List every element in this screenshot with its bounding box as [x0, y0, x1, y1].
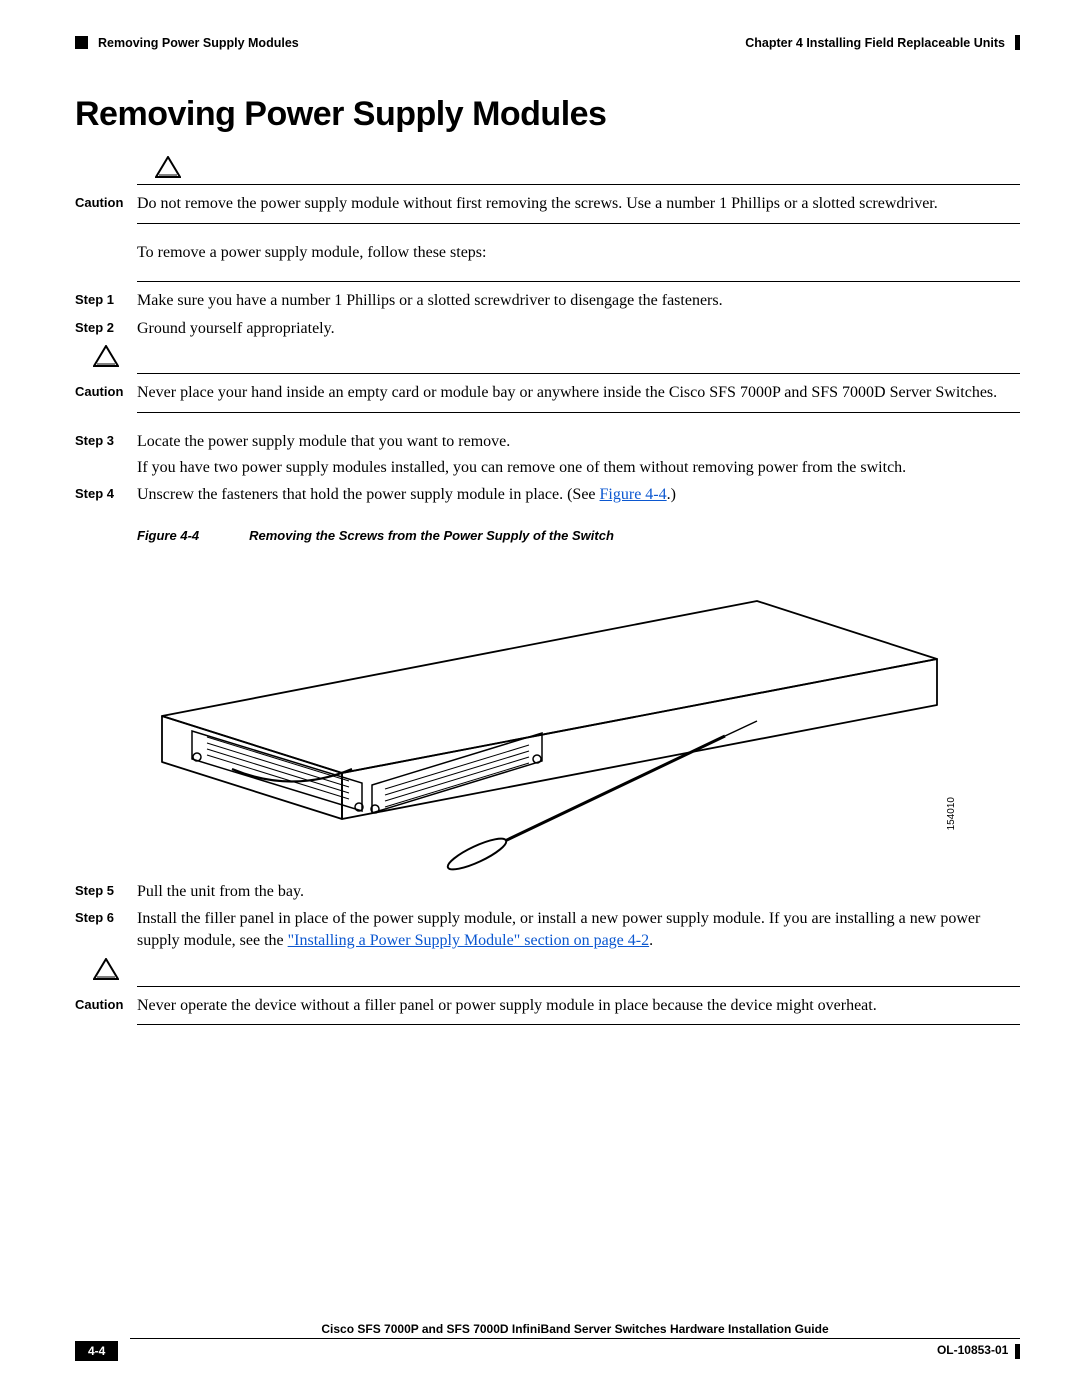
divider [137, 986, 1020, 987]
figure-link[interactable]: Figure 4-4 [600, 486, 667, 503]
step-row: Step 5 Pull the unit from the bay. [75, 881, 1020, 903]
header-bar-icon [1015, 35, 1020, 50]
page-number: 4-4 [75, 1341, 118, 1361]
step-text: Locate the power supply module that you … [137, 431, 1020, 478]
header-chapter-title: Chapter 4 Installing Field Replaceable U… [745, 36, 1005, 50]
footer-bar-icon [1015, 1344, 1020, 1359]
doc-id-text: OL-10853-01 [937, 1343, 1008, 1357]
step-text: Install the filler panel in place of the… [137, 908, 1020, 951]
header-left: Removing Power Supply Modules [75, 36, 299, 50]
step-row: Step 3 Locate the power supply module th… [75, 431, 1020, 478]
step-text: Ground yourself appropriately. [137, 318, 1020, 340]
figure-id: 154010 [946, 797, 957, 830]
page-title: Removing Power Supply Modules [75, 95, 1020, 134]
caution-text: Do not remove the power supply module wi… [137, 193, 1020, 215]
header-right: Chapter 4 Installing Field Replaceable U… [745, 35, 1020, 50]
step-text: Unscrew the fasteners that hold the powe… [137, 484, 1020, 506]
step-row: Step 4 Unscrew the fasteners that hold t… [75, 484, 1020, 506]
content-area: Caution Do not remove the power supply m… [137, 156, 1020, 1025]
divider [137, 184, 1020, 185]
step-extra-text: If you have two power supply modules ins… [137, 457, 1020, 479]
page-header: Removing Power Supply Modules Chapter 4 … [75, 35, 1020, 50]
section-marker-icon [75, 36, 88, 49]
figure-number: Figure 4-4 [137, 528, 249, 543]
footer-guide-title: Cisco SFS 7000P and SFS 7000D InfiniBand… [130, 1322, 1020, 1339]
divider [137, 373, 1020, 374]
step-text-post: .) [667, 486, 676, 503]
caution-text: Never operate the device without a fille… [137, 995, 1020, 1017]
header-section-title: Removing Power Supply Modules [98, 36, 299, 50]
step-label: Step 2 [75, 318, 137, 335]
divider [137, 1024, 1020, 1025]
caution-label: Caution [75, 382, 137, 399]
step-label: Step 5 [75, 881, 137, 898]
step-label: Step 1 [75, 290, 137, 307]
step-text-pre: Unscrew the fasteners that hold the powe… [137, 486, 600, 503]
page-footer: Cisco SFS 7000P and SFS 7000D InfiniBand… [75, 1322, 1020, 1361]
caution-icon [137, 156, 199, 180]
caution-icon [75, 345, 137, 369]
caution-label: Caution [75, 193, 137, 210]
footer-doc-id: OL-10853-01 [937, 1343, 1020, 1358]
step-label: Step 3 [75, 431, 137, 448]
figure-caption: Figure 4-4Removing the Screws from the P… [137, 528, 1020, 543]
intro-paragraph: To remove a power supply module, follow … [137, 242, 1020, 264]
document-page: Removing Power Supply Modules Chapter 4 … [0, 0, 1080, 1397]
figure-illustration: 154010 [137, 551, 957, 871]
step-row: Step 2 Ground yourself appropriately. [75, 318, 1020, 340]
caution-icon [75, 958, 137, 982]
divider [137, 412, 1020, 413]
step-label: Step 4 [75, 484, 137, 501]
step-text: Make sure you have a number 1 Phillips o… [137, 290, 1020, 312]
caution-text: Never place your hand inside an empty ca… [137, 382, 1020, 404]
step-main-text: Locate the power supply module that you … [137, 433, 510, 450]
divider [137, 223, 1020, 224]
step-row: Step 6 Install the filler panel in place… [75, 908, 1020, 951]
section-link[interactable]: "Installing a Power Supply Module" secti… [288, 932, 649, 949]
step-row: Step 1 Make sure you have a number 1 Phi… [75, 290, 1020, 312]
step-label: Step 6 [75, 908, 137, 925]
caution-label: Caution [75, 995, 137, 1012]
figure-title: Removing the Screws from the Power Suppl… [249, 528, 614, 543]
step-text-post: . [649, 932, 653, 949]
divider [137, 281, 1020, 282]
step-text: Pull the unit from the bay. [137, 881, 1020, 903]
